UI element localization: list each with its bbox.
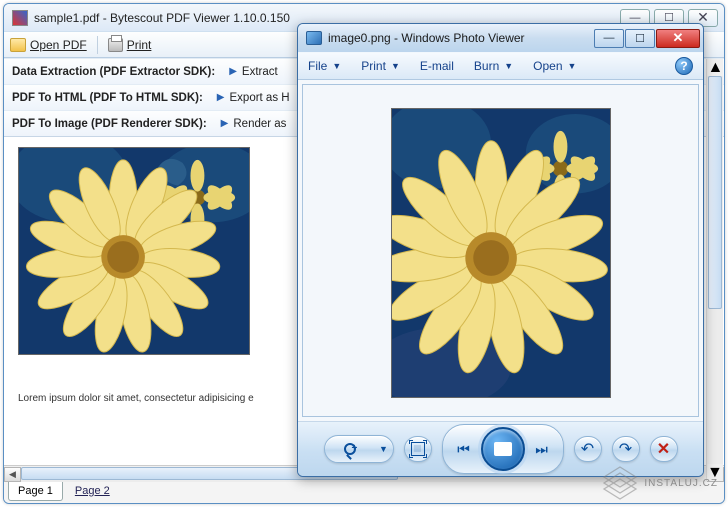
- pv-menu-bar: File▼ Print▼ E-mail Burn▼ Open▼ ?: [298, 52, 703, 80]
- pv-window-title: image0.png - Windows Photo Viewer: [328, 31, 593, 45]
- previous-button[interactable]: ⏮: [447, 432, 481, 466]
- watermark: INSTALUJ.CZ: [602, 465, 718, 501]
- watermark-text: INSTALUJ.CZ: [644, 478, 718, 489]
- photo-viewer-icon: [306, 31, 322, 45]
- watermark-icon: [602, 465, 638, 501]
- print-button[interactable]: Print: [108, 38, 152, 52]
- menu-email[interactable]: E-mail: [420, 59, 454, 73]
- arrow-icon: ▶: [217, 92, 225, 103]
- pv-close-button[interactable]: ✕: [656, 29, 700, 48]
- pv-maximize-button[interactable]: ☐: [625, 29, 655, 48]
- rotate-cw-button[interactable]: ↷: [612, 436, 640, 462]
- pv-title-bar[interactable]: image0.png - Windows Photo Viewer — ☐ ✕: [298, 24, 703, 52]
- next-button[interactable]: ⏭: [525, 432, 559, 466]
- fit-button[interactable]: [404, 436, 432, 462]
- pv-minimize-button[interactable]: —: [594, 29, 624, 48]
- rotate-ccw-button[interactable]: ↶: [574, 436, 602, 462]
- delete-button[interactable]: ✕: [650, 436, 678, 462]
- pv-image: [391, 108, 611, 398]
- tab-page-1[interactable]: Page 1: [8, 482, 63, 501]
- chevron-down-icon: ▼: [391, 61, 400, 71]
- menu-open[interactable]: Open▼: [533, 59, 576, 73]
- photo-viewer-window: image0.png - Windows Photo Viewer — ☐ ✕ …: [297, 23, 704, 477]
- menu-burn[interactable]: Burn▼: [474, 59, 513, 73]
- folder-icon: [10, 38, 26, 52]
- chevron-down-icon: ▼: [375, 444, 393, 454]
- menu-file[interactable]: File▼: [308, 59, 341, 73]
- open-label: Open PDF: [30, 38, 87, 52]
- scroll-left-button[interactable]: ◀: [4, 467, 21, 482]
- app-icon: [12, 10, 28, 26]
- navigation-group: ⏮ ⏭: [442, 424, 564, 474]
- chevron-down-icon: ▼: [332, 61, 341, 71]
- chevron-down-icon: ▼: [568, 61, 577, 71]
- printer-icon: [108, 38, 123, 52]
- vscroll-thumb[interactable]: [708, 76, 722, 309]
- slideshow-icon: [494, 442, 512, 456]
- open-pdf-button[interactable]: Open PDF: [10, 38, 87, 52]
- tab-page-2[interactable]: Page 2: [65, 482, 120, 501]
- chevron-down-icon: ▼: [504, 61, 513, 71]
- zoom-button[interactable]: + ▼: [324, 435, 394, 463]
- menu-print[interactable]: Print▼: [361, 59, 400, 73]
- document-image: [18, 147, 250, 355]
- slideshow-button[interactable]: [481, 427, 525, 471]
- magnifier-icon: +: [325, 443, 375, 455]
- help-button[interactable]: ?: [675, 57, 693, 75]
- arrow-icon: ▶: [229, 66, 237, 77]
- vertical-scrollbar[interactable]: ▲ ▼: [706, 59, 723, 481]
- scroll-up-button[interactable]: ▲: [708, 59, 723, 76]
- print-label: Print: [127, 38, 152, 52]
- pv-image-area[interactable]: [298, 80, 703, 422]
- fit-icon: [411, 442, 425, 456]
- toolbar-divider: [97, 36, 98, 54]
- arrow-icon: ▶: [221, 118, 229, 129]
